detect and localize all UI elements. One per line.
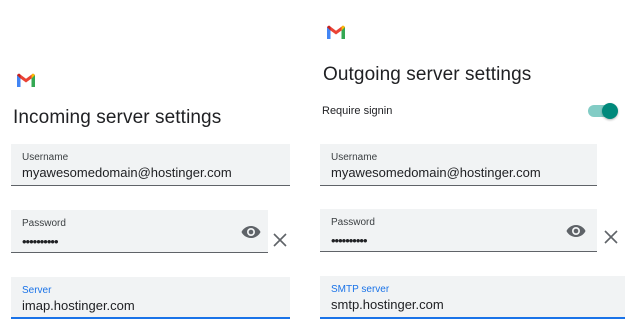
server-field[interactable]: Server imap.hostinger.com (11, 277, 290, 319)
username-label: Username (331, 152, 378, 163)
password-field[interactable]: Password •••••••••• (11, 210, 268, 253)
password-value: •••••••••• (331, 233, 368, 248)
page-title: Outgoing server settings (323, 64, 532, 85)
username-field[interactable]: Username myawesomedomain@hostinger.com (11, 144, 290, 186)
field-underline (320, 251, 597, 252)
outgoing-settings-panel: Outgoing server settings Require signin … (306, 0, 631, 326)
server-value: imap.hostinger.com (22, 298, 135, 313)
incoming-settings-panel: Incoming server settings Username myawes… (0, 0, 300, 326)
close-icon[interactable] (603, 229, 619, 245)
gmail-logo-icon (327, 25, 345, 39)
username-label: Username (22, 152, 69, 163)
server-label: Server (22, 285, 52, 296)
field-underline (11, 185, 290, 186)
smtp-server-field[interactable]: SMTP server smtp.hostinger.com (320, 276, 625, 319)
smtp-server-value: smtp.hostinger.com (331, 297, 444, 312)
smtp-server-label: SMTP server (331, 284, 390, 295)
gmail-logo-icon (17, 73, 35, 87)
page-title: Incoming server settings (13, 107, 222, 128)
field-underline (320, 317, 625, 319)
field-underline (11, 317, 290, 319)
password-value: •••••••••• (22, 234, 59, 249)
require-signin-toggle[interactable] (588, 101, 618, 121)
field-underline (11, 252, 268, 253)
password-label: Password (331, 217, 375, 228)
require-signin-label: Require signin (322, 105, 393, 117)
toggle-thumb (602, 103, 618, 119)
close-icon[interactable] (272, 232, 288, 248)
eye-icon[interactable] (566, 224, 586, 238)
password-label: Password (22, 218, 66, 229)
field-underline (320, 185, 597, 186)
password-field[interactable]: Password •••••••••• (320, 209, 597, 252)
username-value: myawesomedomain@hostinger.com (331, 165, 541, 180)
username-value: myawesomedomain@hostinger.com (22, 165, 232, 180)
eye-icon[interactable] (241, 225, 261, 239)
username-field[interactable]: Username myawesomedomain@hostinger.com (320, 144, 597, 186)
